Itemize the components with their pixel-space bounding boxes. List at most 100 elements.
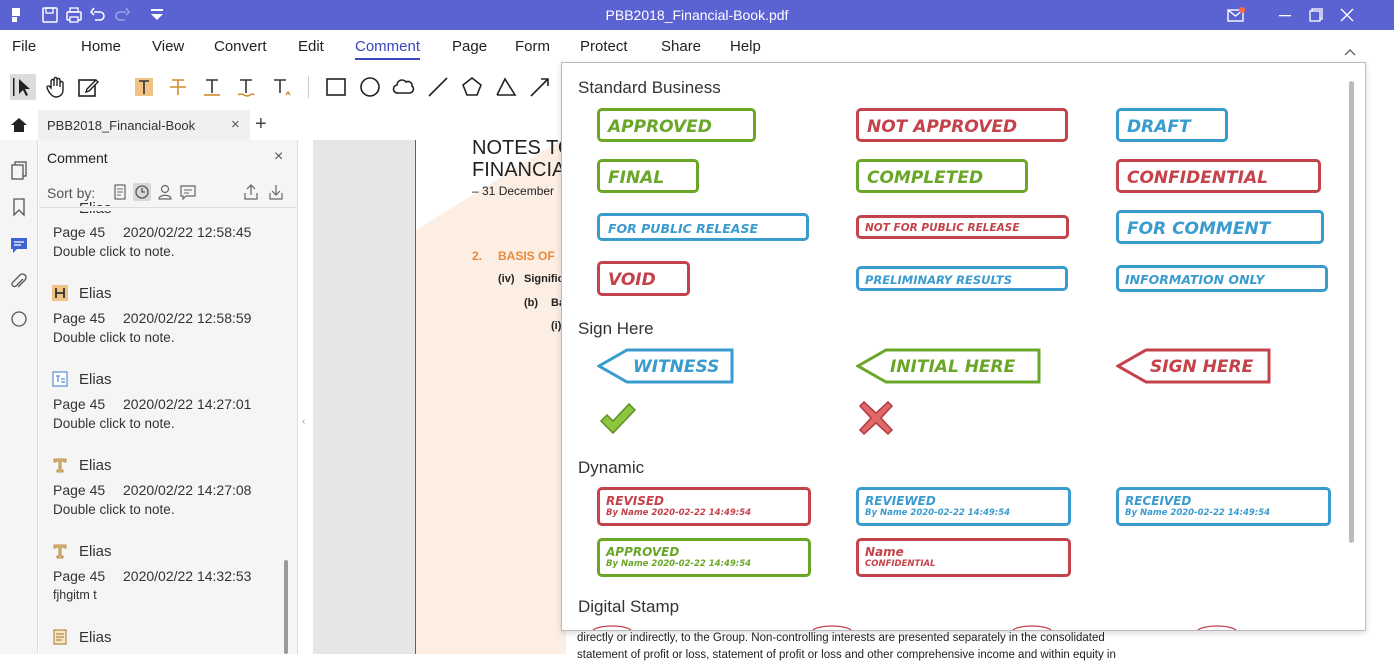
underline-tool-icon[interactable] xyxy=(199,74,225,100)
stamp-draft[interactable]: DRAFT xyxy=(1116,108,1228,142)
stamp-reviewed-sub: By Name 2020-02-22 14:49:54 xyxy=(865,508,1011,518)
sort-by-type-icon[interactable] xyxy=(179,183,197,201)
menu-page[interactable]: Page xyxy=(452,38,487,55)
menu-protect[interactable]: Protect xyxy=(580,38,628,55)
select-tool-icon[interactable] xyxy=(10,74,36,100)
stamp-void[interactable]: VOID xyxy=(597,261,690,296)
wavy-underline-tool-icon[interactable] xyxy=(233,74,259,100)
stamp-for-comment[interactable]: FOR COMMENT xyxy=(1116,210,1324,244)
comment-time: 2020/02/22 14:32:53 xyxy=(123,568,252,584)
attachment-icon[interactable] xyxy=(9,272,29,292)
maximize-icon[interactable] xyxy=(1307,6,1325,24)
menu-help[interactable]: Help xyxy=(730,38,761,55)
strikethrough-tool-icon[interactable] xyxy=(165,74,191,100)
polyline-tool-icon[interactable] xyxy=(493,74,519,100)
stamp-for-public-release[interactable]: FOR PUBLIC RELEASE xyxy=(597,213,809,241)
stamp-information-only[interactable]: INFORMATION ONLY xyxy=(1116,265,1328,292)
stamp-approved-dynamic-label: APPROVED xyxy=(606,545,680,559)
menu-comment[interactable]: Comment xyxy=(355,38,421,60)
doc-item-i: (i) xyxy=(551,320,562,332)
rectangle-tool-icon[interactable] xyxy=(323,74,349,100)
menu-form[interactable]: Form xyxy=(515,38,550,55)
ellipse-tool-icon[interactable] xyxy=(357,74,383,100)
stamp-received-label: RECEIVED xyxy=(1125,494,1192,508)
cross-stamp-icon[interactable] xyxy=(858,400,894,436)
bookmark-icon[interactable] xyxy=(9,197,29,217)
comment-page: Page 45 xyxy=(53,568,106,584)
polygon-tool-icon[interactable] xyxy=(459,74,485,100)
mail-icon[interactable] xyxy=(1227,6,1245,24)
collapse-ribbon-icon[interactable] xyxy=(1343,44,1357,56)
line-tool-icon[interactable] xyxy=(425,74,451,100)
comment-author: Elias xyxy=(79,371,112,388)
stamp-name-confidential[interactable]: Name CONFIDENTIAL xyxy=(856,538,1071,577)
collapse-panel-handle[interactable]: ‹ xyxy=(302,416,305,427)
stamp-popup: Standard Business APPROVED NOT APPROVED … xyxy=(561,62,1366,631)
pages-icon[interactable] xyxy=(9,160,29,180)
doc-section-number: 2. xyxy=(472,249,483,263)
tab-document-label: PBB2018_Financial-Book xyxy=(47,118,196,133)
import-comments-icon[interactable] xyxy=(267,183,285,201)
stamp-revised[interactable]: REVISED By Name 2020-02-22 14:49:54 xyxy=(597,487,811,526)
comment-time: 2020/02/22 12:58:45 xyxy=(123,224,252,240)
insert-text-tool-icon[interactable] xyxy=(267,74,293,100)
tab-document[interactable]: PBB2018_Financial-Book × xyxy=(38,110,250,140)
stamp-initial-here[interactable]: INITIAL HERE xyxy=(856,348,1042,384)
menu-file[interactable]: File xyxy=(12,38,36,55)
home-icon[interactable] xyxy=(10,116,28,134)
stamp-information-only-label: INFORMATION ONLY xyxy=(1125,272,1265,287)
hand-tool-icon[interactable] xyxy=(43,74,69,100)
edit-annotation-icon[interactable] xyxy=(75,74,101,100)
comment-author: Elias xyxy=(79,543,112,560)
menu-home[interactable]: Home xyxy=(81,38,121,55)
arrow-tool-icon[interactable] xyxy=(527,74,553,100)
comment-page: Page 45 xyxy=(53,310,106,326)
stamp-final[interactable]: FINAL xyxy=(597,159,699,193)
stamp-approved[interactable]: APPROVED xyxy=(597,108,756,142)
stamp-preliminary-results[interactable]: PRELIMINARY RESULTS xyxy=(856,266,1068,291)
stamp-received[interactable]: RECEIVED By Name 2020-02-22 14:49:54 xyxy=(1116,487,1331,526)
digital-stamp-previews[interactable] xyxy=(592,623,1292,631)
checkmark-stamp-icon[interactable] xyxy=(599,401,637,437)
search-icon[interactable] xyxy=(9,309,29,329)
stamp-confidential[interactable]: CONFIDENTIAL xyxy=(1116,159,1321,193)
menu-view[interactable]: View xyxy=(152,38,184,55)
toolbar-divider xyxy=(308,76,309,98)
menu-share[interactable]: Share xyxy=(661,38,701,55)
highlight-tool-icon[interactable] xyxy=(131,74,157,100)
panel-scrollbar[interactable] xyxy=(284,560,288,654)
comment-page: Page 45 xyxy=(53,396,106,412)
stamp-not-for-public-release-label: NOT FOR PUBLIC RELEASE xyxy=(865,222,1020,234)
sort-by-page-icon[interactable] xyxy=(111,183,129,201)
comment-icon[interactable] xyxy=(9,235,29,255)
menu-edit[interactable]: Edit xyxy=(298,38,324,55)
text-markup-icon xyxy=(52,457,68,473)
stamp-sign-here-label: SIGN HERE xyxy=(1150,357,1254,377)
stamp-approved-dynamic[interactable]: APPROVED By Name 2020-02-22 14:49:54 xyxy=(597,538,811,577)
note-icon xyxy=(52,629,68,645)
tab-close-button[interactable]: × xyxy=(231,116,240,133)
highlight-icon xyxy=(52,285,68,301)
stamp-reviewed[interactable]: REVIEWED By Name 2020-02-22 14:49:54 xyxy=(856,487,1071,526)
sort-by-author-icon[interactable] xyxy=(156,183,174,201)
comment-note: Double click to note. xyxy=(53,244,175,259)
export-comments-icon[interactable] xyxy=(242,183,260,201)
comment-note: Double click to note. xyxy=(53,416,175,431)
comment-note: Double click to note. xyxy=(53,330,175,345)
stamp-not-for-public-release[interactable]: NOT FOR PUBLIC RELEASE xyxy=(856,215,1069,239)
minimize-icon[interactable] xyxy=(1276,6,1294,24)
new-tab-button[interactable]: + xyxy=(255,113,267,136)
comment-note: fjhgitm t xyxy=(53,588,97,602)
panel-close-button[interactable]: × xyxy=(274,148,283,166)
stamp-completed[interactable]: COMPLETED xyxy=(856,159,1028,193)
menu-convert[interactable]: Convert xyxy=(214,38,267,55)
popup-scrollbar[interactable] xyxy=(1349,81,1354,543)
stamp-sign-here[interactable]: SIGN HERE xyxy=(1116,348,1272,384)
stamp-witness[interactable]: WITNESS xyxy=(597,348,735,384)
stamp-not-approved-label: NOT APPROVED xyxy=(867,117,1018,137)
stamp-not-approved[interactable]: NOT APPROVED xyxy=(856,108,1068,142)
doc-item-b: (b) xyxy=(524,297,539,309)
cloud-tool-icon[interactable] xyxy=(391,74,417,100)
sort-by-time-icon[interactable] xyxy=(133,183,151,201)
close-window-icon[interactable] xyxy=(1338,6,1356,24)
